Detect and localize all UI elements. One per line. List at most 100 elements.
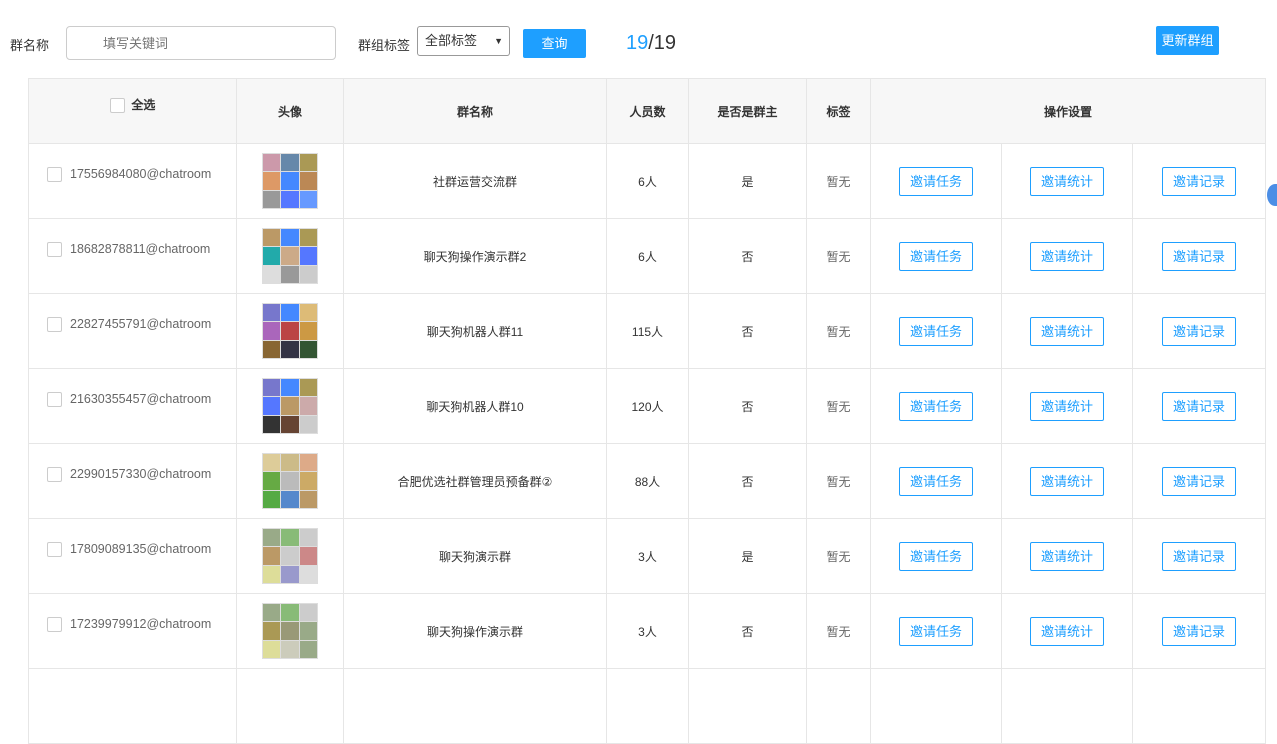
invite-stats-button[interactable]: 邀请统计 — [1029, 166, 1104, 196]
group-avatar — [262, 378, 318, 434]
avatar-tile — [299, 322, 317, 340]
avatar-tile — [281, 472, 299, 490]
dropdown-arrow-icon: ▼ — [494, 36, 503, 46]
is-owner: 是 — [688, 518, 807, 594]
avatar-tile — [281, 454, 299, 472]
invite-task-button[interactable]: 邀请任务 — [898, 541, 973, 571]
row-checkbox[interactable] — [47, 617, 62, 633]
invite-records-button[interactable]: 邀请记录 — [1162, 541, 1237, 571]
group-name: 聊天狗操作演示群 — [343, 593, 607, 669]
keyword-input[interactable] — [66, 26, 336, 60]
avatar-tile — [263, 154, 281, 172]
avatar-tile — [263, 490, 281, 508]
group-name: 聊天狗演示群 — [343, 518, 607, 594]
avatar-tile — [263, 172, 281, 190]
group-name: 社群运营交流群 — [343, 143, 607, 219]
invite-task-button[interactable]: 邀请任务 — [898, 166, 973, 196]
row-checkbox[interactable] — [47, 242, 62, 258]
floating-side-icon[interactable] — [1267, 184, 1277, 206]
tag-select-value: 全部标签 — [425, 33, 478, 48]
group-tag: 暂无 — [806, 143, 871, 219]
avatar-tile — [281, 490, 299, 508]
avatar-tile — [263, 415, 281, 433]
member-count: 3人 — [606, 593, 689, 669]
group-id: 17239979912@chatroom — [70, 617, 212, 631]
invite-records-button[interactable]: 邀请记录 — [1162, 466, 1237, 496]
avatar-tile — [299, 154, 317, 172]
avatar-tile — [263, 622, 281, 640]
avatar-cell — [236, 143, 344, 219]
invite-task-button[interactable]: 邀请任务 — [898, 466, 973, 496]
records-cell: 邀请记录 — [1131, 518, 1267, 594]
member-count: 88人 — [606, 443, 689, 519]
avatar-tile — [281, 397, 299, 415]
table-row: 22827455791@chatroom 聊天狗机器人群11 115人 否 暂无… — [28, 293, 1267, 369]
stats-cell: 邀请统计 — [1001, 293, 1133, 369]
avatar-cell — [236, 593, 344, 669]
invite-records-button[interactable]: 邀请记录 — [1162, 316, 1237, 346]
member-count: 115人 — [606, 293, 689, 369]
row-checkbox[interactable] — [47, 542, 62, 558]
table-row: 17809089135@chatroom 聊天狗演示群 3人 是 暂无 邀请任务… — [28, 518, 1267, 594]
is-owner: 否 — [688, 443, 807, 519]
avatar-cell — [236, 518, 344, 594]
avatar-tile — [263, 397, 281, 415]
row-checkbox[interactable] — [47, 392, 62, 408]
avatar-tile — [263, 229, 281, 247]
invite-records-button[interactable]: 邀请记录 — [1162, 166, 1237, 196]
table-row: 18682878811@chatroom 聊天狗操作演示群2 6人 否 暂无 邀… — [28, 218, 1267, 294]
update-groups-button[interactable]: 更新群组 — [1156, 26, 1219, 55]
avatar-tile — [299, 565, 317, 583]
count-total: /19 — [648, 32, 677, 54]
member-count: 120人 — [606, 368, 689, 444]
avatar-cell — [236, 443, 344, 519]
invite-stats-button[interactable]: 邀请统计 — [1029, 391, 1104, 421]
table-row-partial — [28, 668, 1267, 744]
avatar-tile — [263, 247, 281, 265]
stats-cell: 邀请统计 — [1001, 143, 1133, 219]
invite-task-button[interactable]: 邀请任务 — [898, 241, 973, 271]
row-checkbox[interactable] — [47, 167, 62, 183]
group-tag: 暂无 — [806, 218, 871, 294]
avatar-tile — [263, 322, 281, 340]
invite-stats-button[interactable]: 邀请统计 — [1029, 616, 1104, 646]
avatar-tile — [281, 415, 299, 433]
records-cell: 邀请记录 — [1131, 443, 1267, 519]
group-tag: 暂无 — [806, 293, 871, 369]
invite-task-button[interactable]: 邀请任务 — [898, 616, 973, 646]
avatar-tile — [263, 454, 281, 472]
id-cell: 18682878811@chatroom — [28, 218, 237, 294]
id-cell: 17239979912@chatroom — [28, 593, 237, 669]
records-cell: 邀请记录 — [1131, 593, 1267, 669]
group-avatar — [262, 453, 318, 509]
member-count: 3人 — [606, 518, 689, 594]
stats-cell: 邀请统计 — [1001, 443, 1133, 519]
invite-records-button[interactable]: 邀请记录 — [1162, 241, 1237, 271]
invite-stats-button[interactable]: 邀请统计 — [1029, 241, 1104, 271]
owner-header: 是否是群主 — [688, 78, 807, 144]
group-count: 19/19 — [626, 32, 676, 55]
invite-task-button[interactable]: 邀请任务 — [898, 391, 973, 421]
select-all-checkbox[interactable] — [109, 98, 125, 114]
is-owner: 否 — [688, 293, 807, 369]
select-all-label: 全选 — [131, 98, 156, 112]
table-header: 全选 头像 群名称 人员数 是否是群主 标签 操作设置 — [28, 78, 1267, 144]
query-button[interactable]: 查询 — [523, 29, 586, 58]
invite-stats-button[interactable]: 邀请统计 — [1029, 316, 1104, 346]
avatar-tile — [281, 172, 299, 190]
row-checkbox[interactable] — [47, 467, 62, 483]
invite-records-button[interactable]: 邀请记录 — [1162, 616, 1237, 646]
avatar-tile — [263, 547, 281, 565]
invite-task-button[interactable]: 邀请任务 — [898, 316, 973, 346]
row-checkbox[interactable] — [47, 317, 62, 333]
avatar-tile — [299, 379, 317, 397]
is-owner: 否 — [688, 218, 807, 294]
stats-cell: 邀请统计 — [1001, 593, 1133, 669]
tag-select[interactable]: 全部标签 ▼ — [417, 26, 510, 56]
invite-stats-button[interactable]: 邀请统计 — [1029, 466, 1104, 496]
members-header: 人员数 — [606, 78, 689, 144]
filter-bar: 群名称 群组标签 全部标签 ▼ 查询 19/19 更新群组 — [0, 26, 1277, 60]
invite-stats-button[interactable]: 邀请统计 — [1029, 541, 1104, 571]
invite-records-button[interactable]: 邀请记录 — [1162, 391, 1237, 421]
member-count: 6人 — [606, 218, 689, 294]
